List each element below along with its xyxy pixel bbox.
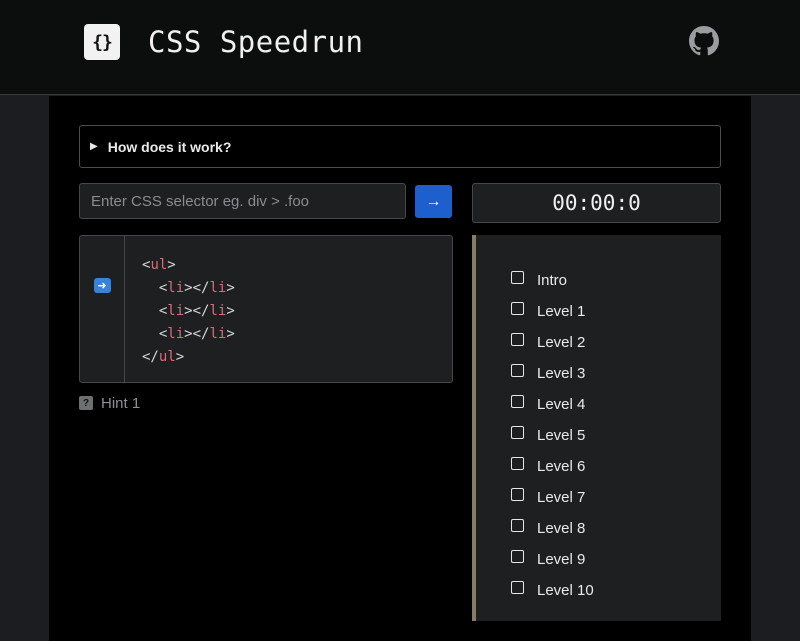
level-item[interactable]: Level 1 [511,296,721,327]
logo-icon[interactable]: {} [84,24,120,60]
level-label: Level 8 [537,520,586,537]
level-item[interactable]: Level 9 [511,544,721,575]
level-checkbox[interactable] [511,488,524,501]
level-label: Level 6 [537,458,586,475]
code-line: <li></li> [158,280,235,296]
level-label: Level 2 [537,334,586,351]
github-icon[interactable] [689,26,719,56]
level-list: Intro Level 1 Level 2 Level 3 Level 4 Level 5… [472,235,721,621]
level-checkbox[interactable] [511,457,524,470]
level-checkbox[interactable] [511,426,524,439]
level-item[interactable]: Level 8 [511,513,721,544]
level-label: Level 7 [537,489,586,506]
level-label: Level 4 [537,396,586,413]
code-line: <li></li> [158,326,235,342]
how-it-works-toggle[interactable]: ▶ How does it work? [79,125,721,168]
triangle-right-icon: ▶ [90,141,98,152]
site-header: {} CSS Speedrun [0,0,800,95]
site-title: CSS Speedrun [148,25,364,59]
level-item[interactable]: Level 3 [511,358,721,389]
level-label: Level 10 [537,582,594,599]
level-label: Intro [537,272,568,289]
submit-selector-button[interactable]: → [415,185,452,218]
html-code-view: <ul> <li></li> <li></li> <li></li> </ul> [124,235,453,383]
level-item[interactable]: Level 7 [511,482,721,513]
arrow-right-icon: → [425,192,442,210]
level-label: Level 5 [537,427,586,444]
level-checkbox[interactable] [511,302,524,315]
level-item[interactable]: Level 6 [511,451,721,482]
question-icon: ? [79,396,93,410]
code-line: <ul> [142,257,176,273]
level-checkbox[interactable] [511,395,524,408]
level-item[interactable]: Level 2 [511,327,721,358]
code-line: <li></li> [158,303,235,319]
level-checkbox[interactable] [511,271,524,284]
level-item[interactable]: Intro [511,265,721,296]
hint-toggle[interactable]: ? Hint 1 [79,394,140,412]
level-label: Level 3 [537,365,586,382]
level-item[interactable]: Level 10 [511,575,721,606]
code-line: </ul> [142,349,185,365]
level-checkbox[interactable] [511,333,524,346]
how-it-works-summary: How does it work? [107,138,232,155]
level-item[interactable]: Level 4 [511,389,721,420]
level-label: Level 9 [537,551,586,568]
level-label: Level 1 [537,303,586,320]
level-checkbox[interactable] [511,550,524,563]
run-button[interactable]: ➜ [79,235,125,383]
main-panel: ▶ How does it work? → 00:00:0 ➜ <ul> <li… [49,96,751,641]
arrow-right-icon: ➜ [93,278,111,293]
level-checkbox[interactable] [511,519,524,532]
hint-label: Hint 1 [101,394,141,412]
level-item[interactable]: Level 5 [511,420,721,451]
timer-display: 00:00:0 [472,183,721,223]
css-selector-input[interactable] [79,183,406,219]
level-checkbox[interactable] [511,364,524,377]
level-checkbox[interactable] [511,581,524,594]
